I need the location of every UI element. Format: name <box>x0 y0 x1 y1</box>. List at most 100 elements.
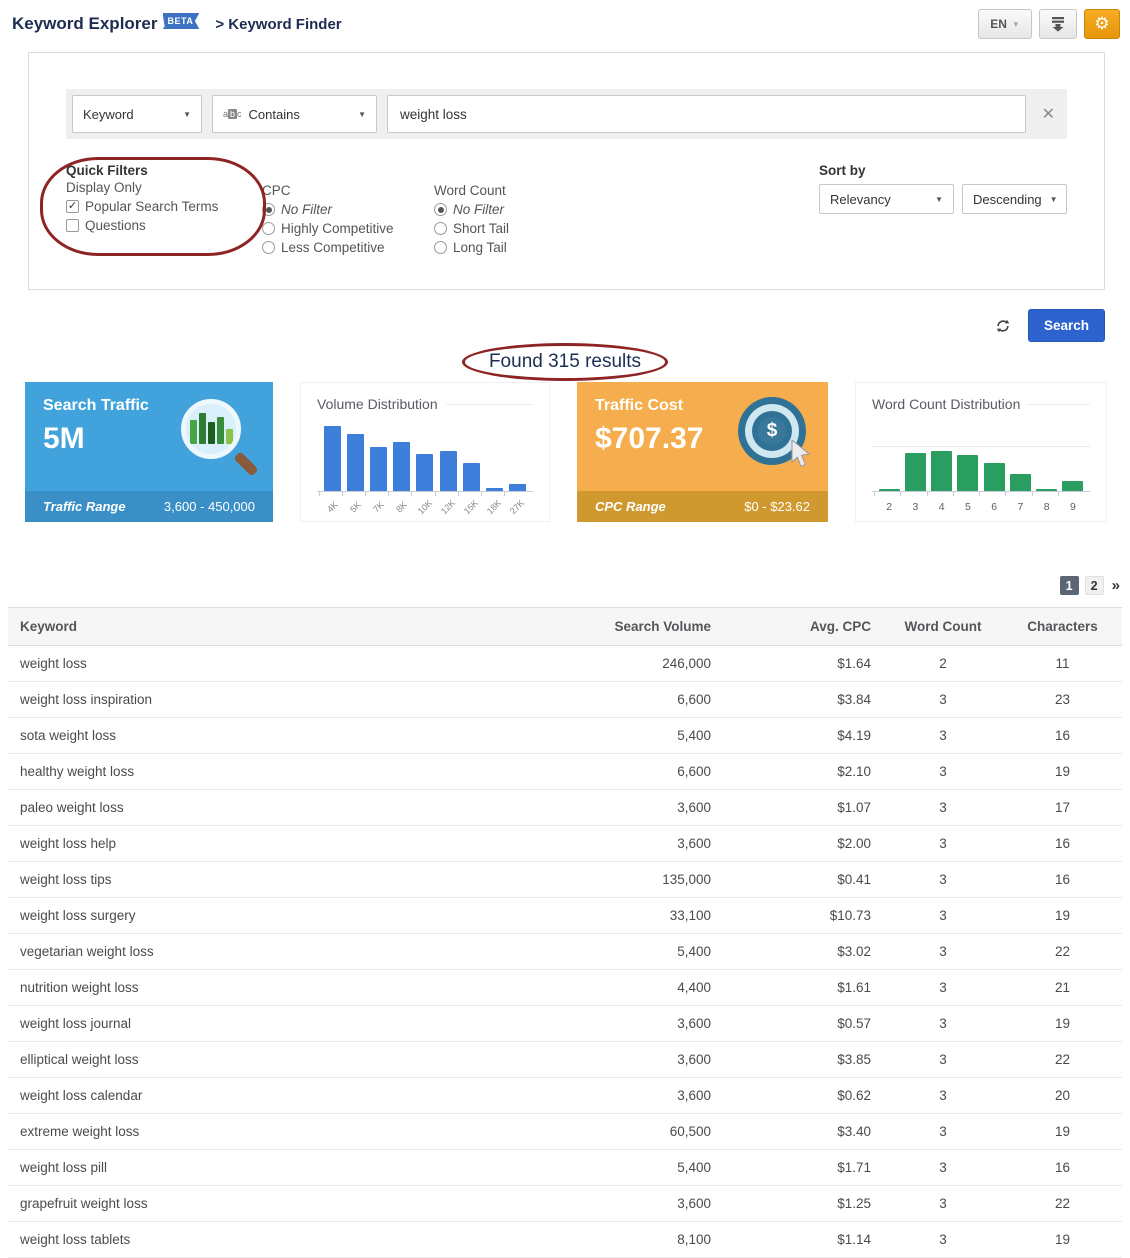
column-header: Keyword <box>8 608 583 646</box>
option-label: Less Competitive <box>281 240 385 255</box>
language-selector[interactable]: EN ▼ <box>978 9 1032 39</box>
table-cell: 3 <box>883 754 1003 790</box>
filter-option-questions[interactable]: Questions <box>66 218 242 233</box>
pagination-page-2[interactable]: 2 <box>1085 576 1104 595</box>
table-cell: 135,000 <box>583 862 723 898</box>
table-cell: 3,600 <box>583 1042 723 1078</box>
table-cell: weight loss surgery <box>8 898 583 934</box>
sort-field-select[interactable]: Relevancy ▼ <box>819 184 954 214</box>
word-count-distribution-card: Word Count Distribution 23456789 <box>855 382 1107 522</box>
table-cell: $0.62 <box>723 1078 883 1114</box>
table-row: healthy weight loss6,600$2.10319 <box>8 754 1122 790</box>
chart-axis-label: 8 <box>1034 492 1060 515</box>
table-cell: 3 <box>883 682 1003 718</box>
search-traffic-value: 5M <box>43 422 149 456</box>
table-row: grapefruit weight loss3,600$1.25322 <box>8 1186 1122 1222</box>
table-row: paleo weight loss3,600$1.07317 <box>8 790 1122 826</box>
filter-operator-select[interactable]: abc Contains ▼ <box>212 95 377 133</box>
table-cell: $3.40 <box>723 1114 883 1150</box>
quick-filters-title: Quick Filters <box>66 163 242 178</box>
table-cell: 3 <box>883 1006 1003 1042</box>
gear-icon: ⚙ <box>1094 14 1109 34</box>
table-cell: 246,000 <box>583 646 723 682</box>
table-cell: 11 <box>1003 646 1122 682</box>
clear-filter-icon[interactable]: ✕ <box>1036 104 1061 124</box>
table-row: weight loss surgery33,100$10.73319 <box>8 898 1122 934</box>
column-header: Characters <box>1003 608 1122 646</box>
magnifier-chart-icon <box>181 399 255 473</box>
table-cell: 19 <box>1003 1222 1122 1258</box>
dollar-target-icon: $ <box>738 397 810 471</box>
table-cell: $1.64 <box>723 646 883 682</box>
download-icon <box>1050 17 1066 32</box>
chart-axis-label: 3 <box>902 492 928 515</box>
radio-icon[interactable] <box>434 241 447 254</box>
table-cell: $1.71 <box>723 1150 883 1186</box>
radio-icon[interactable] <box>434 222 447 235</box>
sort-direction-select[interactable]: Descending ▼ <box>962 184 1067 214</box>
radio-icon[interactable] <box>262 222 275 235</box>
radio-icon[interactable] <box>434 203 447 216</box>
cpc-option-highly-competitive[interactable]: Highly Competitive <box>262 221 414 236</box>
word-count-option-long-tail[interactable]: Long Tail <box>434 240 574 255</box>
cpc-option-no-filter[interactable]: No Filter <box>262 202 414 217</box>
table-cell: 2 <box>883 646 1003 682</box>
word-count-option-no-filter[interactable]: No Filter <box>434 202 574 217</box>
table-cell: 5,400 <box>583 718 723 754</box>
checkbox-icon[interactable] <box>66 219 79 232</box>
table-row: weight loss246,000$1.64211 <box>8 646 1122 682</box>
pagination-next-icon[interactable]: » <box>1110 577 1120 594</box>
chart-bar <box>981 463 1007 491</box>
radio-icon[interactable] <box>262 203 275 216</box>
cpc-range-value: $0 - $23.62 <box>744 499 810 514</box>
app-title: Keyword Explorer <box>12 14 158 34</box>
pagination-page-1[interactable]: 1 <box>1060 576 1079 595</box>
column-header: Word Count <box>883 608 1003 646</box>
beta-badge: BETA <box>163 13 200 29</box>
table-cell: 3 <box>883 898 1003 934</box>
settings-button[interactable]: ⚙ <box>1084 9 1120 39</box>
table-row: elliptical weight loss3,600$3.85322 <box>8 1042 1122 1078</box>
chart-bar <box>483 488 506 491</box>
table-cell: 16 <box>1003 826 1122 862</box>
cpc-label: CPC <box>262 183 414 198</box>
table-cell: 23 <box>1003 682 1122 718</box>
chart-bar <box>390 442 413 491</box>
table-cell: $3.85 <box>723 1042 883 1078</box>
word-count-option-short-tail[interactable]: Short Tail <box>434 221 574 236</box>
table-cell: weight loss inspiration <box>8 682 583 718</box>
filter-option-popular-search-terms[interactable]: Popular Search Terms <box>66 199 242 214</box>
table-row: weight loss pill5,400$1.71316 <box>8 1150 1122 1186</box>
table-row: vegetarian weight loss5,400$3.02322 <box>8 934 1122 970</box>
filter-row: Keyword ▼ abc Contains ▼ ✕ <box>66 89 1067 139</box>
table-cell: 3,600 <box>583 1078 723 1114</box>
table-cell: 19 <box>1003 754 1122 790</box>
option-label: Long Tail <box>453 240 507 255</box>
chart-bar <box>460 463 483 491</box>
radio-icon[interactable] <box>262 241 275 254</box>
checkbox-icon[interactable] <box>66 200 79 213</box>
chart-axis-label: 8K <box>390 492 413 515</box>
option-label: No Filter <box>453 202 504 217</box>
filter-field-value: Keyword <box>83 107 134 122</box>
chart-axis-label: 5K <box>344 492 367 515</box>
search-button[interactable]: Search <box>1028 309 1105 342</box>
chart-bar <box>344 434 367 491</box>
chart-axis-label: 9 <box>1060 492 1086 515</box>
card-title: Traffic Cost <box>595 397 703 415</box>
refresh-icon[interactable] <box>994 317 1012 335</box>
table-cell: 4,400 <box>583 970 723 1006</box>
table-cell: $3.84 <box>723 682 883 718</box>
chart-axis-label: 7K <box>367 492 390 515</box>
top-bar: Keyword Explorer BETA > Keyword Finder E… <box>0 0 1130 47</box>
cpc-option-less-competitive[interactable]: Less Competitive <box>262 240 414 255</box>
download-button[interactable] <box>1039 9 1077 39</box>
filter-field-select[interactable]: Keyword ▼ <box>72 95 202 133</box>
traffic-range-label: Traffic Range <box>43 499 126 514</box>
chart-axis-label: 10K <box>413 492 436 515</box>
results-table-section: 12» KeywordSearch VolumeAvg. CPCWord Cou… <box>0 576 1130 1258</box>
keyword-query-input[interactable] <box>387 95 1026 133</box>
chart-axis-label: 18K <box>483 492 506 515</box>
table-cell: extreme weight loss <box>8 1114 583 1150</box>
display-only-label: Display Only <box>66 180 242 195</box>
